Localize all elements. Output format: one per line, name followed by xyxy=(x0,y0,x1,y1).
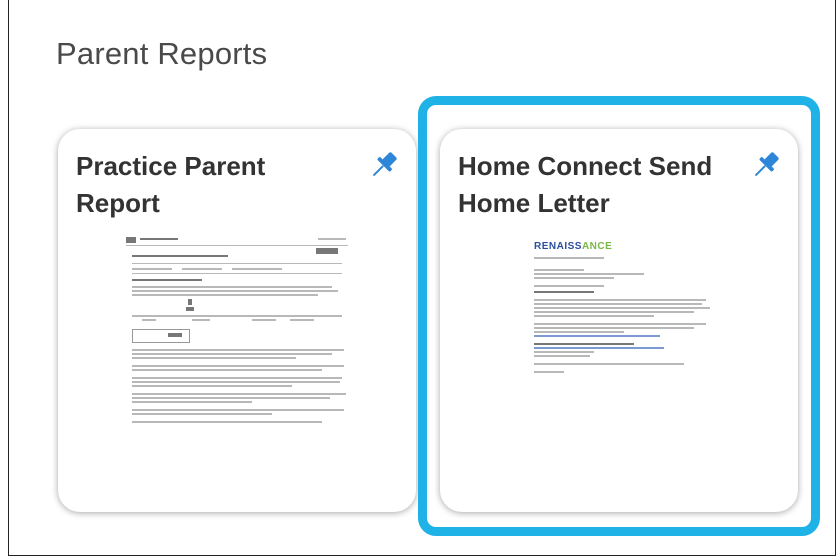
selected-card-highlight xyxy=(418,96,820,536)
card-title: Practice Parent Report xyxy=(76,151,266,218)
report-card-practice-parent-report[interactable]: Practice Parent Report xyxy=(58,129,416,512)
section-title: Parent Reports xyxy=(56,36,268,71)
pin-icon[interactable] xyxy=(366,147,402,183)
report-thumbnail xyxy=(122,233,350,433)
